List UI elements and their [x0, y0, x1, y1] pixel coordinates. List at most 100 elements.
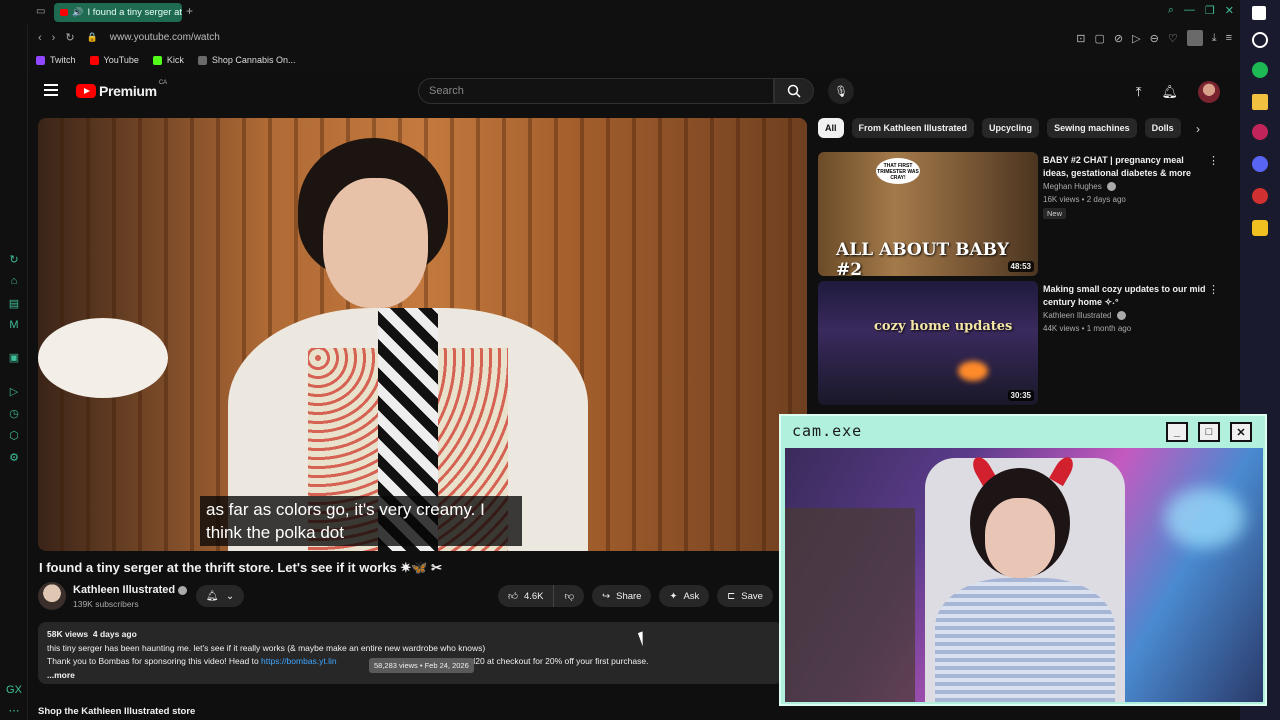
search-button[interactable] — [774, 78, 814, 104]
chip-sewing-machines[interactable]: Sewing machines — [1047, 118, 1137, 138]
bookmark-youtube[interactable]: YouTube — [89, 55, 139, 65]
youtube-logo[interactable]: Premium CA — [76, 80, 167, 99]
bookmark-kick[interactable]: Kick — [152, 55, 184, 65]
fireplace-glow — [958, 361, 988, 381]
heart-icon[interactable]: ♡ — [1168, 32, 1178, 45]
like-dislike-group: 👍︎ 4.6K 👎︎ — [498, 585, 585, 607]
profile-avatar[interactable] — [1186, 30, 1203, 46]
recommendation-channel-row: Meghan Hughes — [1043, 182, 1116, 192]
video-thumbnail[interactable]: cozy home updates 30:35 — [818, 281, 1038, 405]
chat-icon[interactable]: ▤ — [7, 296, 21, 310]
thumbnail-text: cozy home updates — [874, 319, 1013, 334]
streamer-body — [935, 578, 1115, 702]
more-options-icon[interactable]: ⋮ — [1208, 154, 1219, 167]
minimize-window-button[interactable]: — — [1184, 4, 1195, 17]
chip-dolls[interactable]: Dolls — [1144, 118, 1181, 138]
twitch-icon[interactable]: ▣ — [7, 350, 21, 364]
recommendation-item[interactable]: cozy home updates 30:35 Making small coz… — [818, 281, 1219, 405]
settings-gear-icon[interactable]: ⚙ — [7, 450, 21, 464]
recommendation-channel[interactable]: Kathleen Illustrated — [1043, 311, 1112, 320]
restore-window-button[interactable]: ❐ — [1205, 4, 1215, 17]
chip-from-channel[interactable]: From Kathleen Illustrated — [851, 118, 975, 138]
history-icon[interactable]: ↻ — [7, 252, 21, 266]
download-icon[interactable]: ⤓ — [1212, 32, 1217, 45]
chevron-right-icon[interactable]: › — [1196, 122, 1200, 136]
upload-age: 4 days ago — [92, 629, 137, 639]
share-label: Share — [616, 590, 642, 602]
video-player[interactable]: as far as colors go, it's very creamy. I… — [38, 118, 807, 551]
recommendation-channel[interactable]: Meghan Hughes — [1043, 182, 1102, 191]
close-window-button[interactable]: ✕ — [1225, 4, 1234, 17]
discord-icon[interactable] — [1252, 156, 1268, 172]
voice-search-button[interactable]: 🎙 — [828, 78, 854, 104]
reload-button[interactable]: ↻ — [65, 31, 74, 44]
forward-button[interactable]: › — [52, 32, 56, 44]
bookmark-label: YouTube — [103, 55, 139, 65]
snapshot-icon[interactable]: ▢ — [1095, 32, 1105, 45]
account-avatar[interactable] — [1198, 81, 1220, 103]
messenger-icon[interactable]: M — [7, 318, 21, 332]
video-thumbnail[interactable]: THAT FIRST TRIMESTER WAS CRAY! ALL ABOUT… — [818, 152, 1038, 276]
bag-icon[interactable]: ⌂ — [7, 274, 21, 288]
search-tabs-icon[interactable]: ⌕ — [1168, 4, 1174, 17]
speaker-icon[interactable]: 🔊 — [72, 7, 83, 18]
thumbs-up-icon: 👍︎ — [508, 591, 518, 602]
channel-name[interactable]: Kathleen Illustrated — [73, 584, 175, 596]
tab-active[interactable]: 🔊 I found a tiny serger at — [54, 3, 182, 22]
app-icon[interactable] — [1252, 220, 1268, 236]
save-button[interactable]: ⊏ Save — [717, 585, 773, 607]
more-options-icon[interactable]: ⋮ — [1208, 283, 1219, 296]
new-tab-button[interactable]: + — [186, 4, 193, 18]
search-icon[interactable] — [1252, 32, 1268, 48]
ask-label: Ask — [683, 590, 700, 602]
recommendation-stats: 16K views • 2 days ago — [1043, 195, 1126, 204]
recommendation-item[interactable]: THAT FIRST TRIMESTER WAS CRAY! ALL ABOUT… — [818, 152, 1219, 276]
url-field[interactable]: www.youtube.com/watch — [110, 32, 220, 43]
description-box[interactable]: 58K views 4 days ago this tiny serger ha… — [38, 622, 783, 684]
sponsor-link[interactable]: https://bombas.yt.lin — [261, 656, 337, 666]
new-badge: New — [1043, 208, 1067, 219]
file-explorer-icon[interactable] — [1252, 94, 1268, 110]
recommendation-title[interactable]: Making small cozy updates to our mid cen… — [1043, 283, 1208, 309]
ask-button[interactable]: ✦ Ask — [659, 585, 710, 607]
recommendation-title[interactable]: BABY #2 CHAT | pregnancy meal ideas, ges… — [1043, 154, 1208, 180]
bookmark-shop[interactable]: Shop Cannabis On... — [197, 55, 295, 65]
shield-icon[interactable]: ⊘ — [1114, 32, 1123, 45]
pin-icon[interactable]: ⊡ — [1076, 32, 1085, 45]
verified-badge-icon — [1116, 311, 1126, 321]
dislike-button[interactable]: 👎︎ — [554, 585, 584, 607]
bookmark-twitch[interactable]: Twitch — [36, 55, 76, 65]
sparkle-icon: ✦ — [669, 590, 678, 602]
streamer-face — [985, 498, 1055, 578]
more-dots-icon[interactable]: ⋯ — [7, 703, 21, 717]
recommendation-channel-row: Kathleen Illustrated — [1043, 311, 1126, 321]
player-icon[interactable]: ▷ — [7, 384, 21, 398]
gx-icon[interactable]: GX — [6, 683, 22, 697]
recommendation-stats: 44K views • 1 month ago — [1043, 324, 1132, 333]
menu-icon[interactable]: ≡ — [1226, 32, 1232, 44]
chip-upcycling[interactable]: Upcycling — [982, 118, 1040, 138]
header-actions: ⤒ 🔔︎ — [1136, 81, 1220, 103]
chip-all[interactable]: All — [818, 118, 844, 138]
face — [323, 178, 428, 308]
block-icon[interactable]: ⊖ — [1150, 32, 1159, 45]
hamburger-menu-icon[interactable] — [44, 84, 58, 96]
play-icon[interactable]: ▷ — [1132, 32, 1140, 45]
opera-gx-icon[interactable] — [1252, 124, 1268, 140]
channel-avatar[interactable] — [38, 582, 66, 610]
search-input[interactable]: Search — [418, 78, 774, 104]
upload-icon[interactable]: ⤒ — [1136, 84, 1142, 100]
bookmark-label: Kick — [166, 55, 184, 65]
like-button[interactable]: 👍︎ 4.6K — [498, 585, 555, 607]
share-button[interactable]: ↪ Share — [592, 585, 652, 607]
notifications-bell-icon[interactable]: 🔔︎ — [1161, 84, 1178, 100]
channel-name-row[interactable]: Kathleen Illustrated — [73, 584, 188, 596]
tabs-menu-icon[interactable]: ▭ — [36, 6, 45, 17]
subscription-bell-button[interactable]: 🔔︎ ⌄ — [196, 585, 244, 607]
clock-icon[interactable]: ◷ — [7, 406, 21, 420]
extensions-icon[interactable]: ⬡ — [7, 428, 21, 442]
recorder-icon[interactable] — [1252, 188, 1268, 204]
windows-start-icon[interactable] — [1252, 6, 1266, 20]
back-button[interactable]: ‹ — [38, 32, 42, 44]
spotify-icon[interactable] — [1252, 62, 1268, 78]
